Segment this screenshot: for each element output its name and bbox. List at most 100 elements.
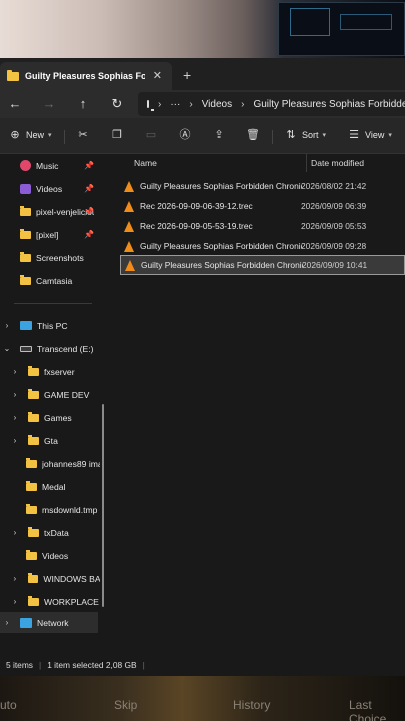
breadcrumb-videos[interactable]: Videos [202,99,232,110]
sidebar-item-label: Videos [42,550,69,561]
sidebar-item-label: msdownld.tmp [42,504,98,515]
sidebar-item-game-dev[interactable]: › GAME DEV [0,384,100,405]
sidebar-item-label: Medal [42,481,66,492]
sidebar-item-label: [pixel] [36,229,59,240]
chevron-right-icon[interactable]: › [2,618,12,627]
drive-icon [20,345,32,352]
folder-icon [20,205,31,216]
chevron-right-icon[interactable]: › [2,321,12,330]
new-button[interactable]: ⊕ New ▾ [8,128,51,142]
explorer-tab[interactable]: Guilty Pleasures Sophias Forbidden Chron… [0,62,172,90]
file-name: Rec 2026-09-09-06-39-12.trec [140,201,253,211]
sidebar-item-videos[interactable]: Videos 📌 [0,178,100,199]
sidebar-item-screenshots[interactable]: Screenshots [0,247,100,268]
file-row[interactable]: Rec 2026-09-09-06-39-12.trec 2026/09/09 … [120,196,405,216]
network-icon [20,617,32,628]
chevron-right-icon[interactable]: › [10,367,20,376]
sidebar-item-games[interactable]: › Games [0,407,100,428]
chevron-down-icon[interactable]: ⌄ [2,344,12,353]
sidebar-item-label: Network [37,617,69,628]
vlc-file-icon [124,200,134,212]
sidebar-item-label: Music [36,160,59,171]
music-icon [20,160,31,171]
sidebar-item-medal[interactable]: Medal [0,476,100,497]
sidebar-item-label: Screenshots [36,252,84,263]
new-tab-button[interactable]: + [183,67,191,83]
forward-button[interactable]: → [40,95,58,113]
file-date: 2026/08/02 21:42 [301,181,367,191]
copy-button[interactable]: ❐ [110,128,124,142]
sidebar-divider [14,303,92,304]
chevron-right-icon[interactable]: › [10,436,20,445]
view-button[interactable]: ☰ View ▾ [347,128,392,142]
file-row[interactable]: Guilty Pleasures Sophias Forbidden Chron… [120,176,405,196]
vlc-file-icon [124,180,134,192]
video-skip-label: Skip [114,698,138,712]
video-monitor-glow [340,14,392,30]
pin-icon: 📌 [84,184,94,193]
sidebar-item-workplace[interactable]: › WORKPLACE [0,591,100,612]
pin-icon: 📌 [84,161,94,170]
sidebar-item-pixel[interactable]: [pixel] 📌 [0,224,100,245]
sidebar-item-drive-videos[interactable]: Videos [0,545,100,566]
chevron-right-icon[interactable]: › [10,574,20,583]
sidebar-item-fxserver[interactable]: › fxserver [0,361,100,382]
videos-icon [20,183,31,194]
chevron-down-icon: ▾ [322,132,327,139]
address-bar[interactable]: › ··· › Videos › Guilty Pleasures Sophia… [138,92,405,116]
sidebar-item-label: johannes89 images [42,458,100,469]
sidebar-item-johannes89-images[interactable]: johannes89 images [0,453,100,474]
sidebar-item-pixel-venjelicious[interactable]: pixel-venjelicious 📌 [0,201,100,222]
sidebar-item-label: txData [44,527,69,538]
title-bar: Guilty Pleasures Sophias Forbidden Chron… [0,58,405,90]
sidebar-item-txdata[interactable]: › txData [0,522,100,543]
sidebar-item-msdownld[interactable]: msdownld.tmp [0,499,100,520]
sidebar-item-windows-backup[interactable]: › WINDOWS BACKUP [0,568,100,589]
sort-icon: ⇅ [286,129,296,141]
share-icon: ⇪ [214,129,224,141]
chevron-right-icon[interactable]: › [10,528,20,537]
sort-button[interactable]: ⇅ Sort ▾ [284,128,326,142]
chevron-right-icon[interactable]: › [10,413,20,422]
file-row[interactable]: Rec 2026-09-09-05-53-19.trec 2026/09/09 … [120,216,405,236]
folder-icon [26,549,37,560]
sidebar-item-camtasia[interactable]: Camtasia [0,270,100,291]
status-divider: | [39,660,42,670]
back-button[interactable]: ← [6,95,24,113]
sidebar-item-this-pc[interactable]: › This PC [0,315,100,336]
close-tab-icon[interactable]: ✕ [153,69,162,82]
sidebar-item-label: Transcend (E:) [37,343,94,354]
sidebar-scrollbar[interactable] [102,404,104,607]
sidebar-item-gta[interactable]: › Gta [0,430,100,451]
breadcrumb-more[interactable]: ··· [170,99,180,110]
sidebar-item-transcend-drive[interactable]: ⌄ Transcend (E:) [0,338,100,359]
chevron-right-icon[interactable]: › [10,597,20,606]
up-button[interactable]: ↑ [74,95,92,113]
file-name: Guilty Pleasures Sophias Forbidden Chron… [140,181,302,191]
sort-button-label: Sort [302,130,319,140]
refresh-button[interactable]: ↻ [108,95,126,113]
share-button[interactable]: ⇪ [212,128,226,142]
rename-button[interactable]: Ⓐ [178,128,192,142]
breadcrumb-separator: › [158,98,162,110]
file-name: Rec 2026-09-09-05-53-19.trec [140,221,253,231]
column-header-date-modified[interactable]: Date modified [311,158,364,168]
sidebar-item-network[interactable]: › Network [0,612,98,633]
delete-button[interactable]: 🗑 [246,128,260,142]
sidebar-item-label: GAME DEV [44,389,90,400]
command-toolbar: ⊕ New ▾ ✂ ❐ ▭ Ⓐ ⇪ 🗑 ⇅ Sort ▾ ☰ View ▾ [0,118,405,154]
cut-button[interactable]: ✂ [76,128,90,142]
status-divider: | [142,660,145,670]
file-row[interactable]: Guilty Pleasures Sophias Forbidden Chron… [120,236,405,256]
navigation-bar: ← → ↑ ↻ › ··· › Videos › Guilty Pleasure… [0,90,405,118]
breadcrumb-current-folder[interactable]: Guilty Pleasures Sophias Forbidden Chron… [253,99,405,110]
column-divider[interactable] [306,154,307,172]
file-row-selected[interactable]: Guilty Pleasures Sophias Forbidden Chron… [120,255,405,275]
folder-icon [28,388,39,399]
paste-button[interactable]: ▭ [144,128,158,142]
video-last-choice-label: Last Choice [349,698,387,721]
column-header-name[interactable]: Name [134,158,157,168]
chevron-right-icon[interactable]: › [10,390,20,399]
folder-icon [26,457,37,468]
sidebar-item-music[interactable]: Music 📌 [0,155,100,176]
